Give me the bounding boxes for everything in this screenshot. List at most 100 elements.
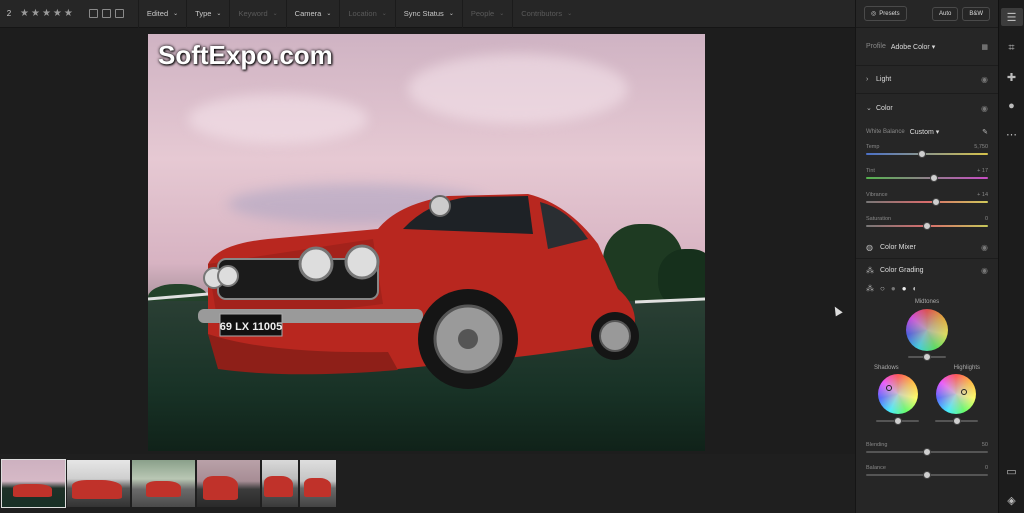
mouse-cursor bbox=[831, 304, 843, 317]
filter-menus: Edited ⌄ Type ⌄ Keyword ⌄ Camera ⌄ Location ⌄ Sync… bbox=[137, 0, 580, 28]
shadows-mode-icon[interactable]: ○ bbox=[880, 284, 885, 293]
chevron-right-icon: › bbox=[866, 76, 869, 83]
mask-icon[interactable]: ● bbox=[1008, 100, 1015, 112]
blending-slider-group: Blending 50 bbox=[856, 442, 998, 456]
color-section-header[interactable]: ⌄ Color ◉ bbox=[856, 94, 998, 122]
tint-slider[interactable] bbox=[866, 174, 988, 182]
sliders-icon[interactable]: ☰ bbox=[1000, 8, 1023, 26]
crop-icon[interactable]: ⌗ bbox=[1008, 42, 1014, 55]
filmstrip-thumb[interactable] bbox=[67, 460, 130, 507]
chevron-down-icon: ⌄ bbox=[326, 11, 332, 17]
filmstrip-thumb[interactable] bbox=[262, 460, 298, 507]
profile-label: Profile bbox=[866, 43, 886, 50]
profile-browser-icon[interactable]: ▦ bbox=[981, 43, 988, 51]
filmstrip-thumb[interactable] bbox=[300, 460, 336, 507]
flag-unflagged-icon[interactable] bbox=[101, 9, 111, 18]
more-icon[interactable]: ⋯ bbox=[1006, 128, 1017, 141]
filter-people[interactable]: People ⌄ bbox=[461, 0, 512, 28]
midtones-luminance-slider[interactable] bbox=[908, 353, 946, 361]
color-mixer-header[interactable]: ◍ Color Mixer ◉ bbox=[856, 237, 998, 259]
bw-button[interactable]: B&W bbox=[962, 6, 990, 21]
flag-filters bbox=[88, 9, 124, 18]
flag-rejected-icon[interactable] bbox=[114, 9, 124, 18]
eye-icon[interactable]: ◉ bbox=[981, 104, 988, 113]
temp-slider-group: Temp 5,750 bbox=[856, 144, 998, 158]
tint-knob[interactable] bbox=[930, 174, 939, 182]
top-filter-bar: 2 ★ ★ ★ ★ ★ Edited ⌄ Type ⌄ Keyword ⌄ Camera ⌄ Locat… bbox=[0, 0, 855, 28]
midtones-knob[interactable] bbox=[923, 353, 931, 361]
three-way-icon[interactable]: ⁂ bbox=[866, 284, 874, 293]
filter-edited[interactable]: Edited ⌄ bbox=[137, 0, 186, 28]
watermark-text: SoftExpo.com bbox=[158, 40, 333, 70]
filmstrip-thumb[interactable] bbox=[132, 460, 195, 507]
shadows-wheel[interactable] bbox=[878, 374, 918, 414]
white-balance-dropdown[interactable]: Custom ▾ bbox=[910, 128, 940, 136]
car-illustration: 69 LX 11005 bbox=[148, 194, 705, 389]
image-count: 2 bbox=[6, 9, 12, 18]
color-mixer-icon: ◍ bbox=[866, 243, 873, 252]
blending-knob[interactable] bbox=[923, 448, 931, 456]
chevron-down-icon: ⌄ bbox=[381, 11, 387, 17]
tint-slider-group: Tint + 17 bbox=[856, 168, 998, 182]
highlights-wheel-handle[interactable] bbox=[961, 389, 967, 395]
main-photo[interactable]: 69 LX 11005 SoftExpo.com bbox=[148, 34, 705, 451]
shadows-knob[interactable] bbox=[893, 417, 902, 425]
star-rating[interactable]: ★ ★ ★ ★ ★ bbox=[20, 8, 73, 19]
global-mode-icon[interactable]: ◐ bbox=[913, 284, 918, 293]
edit-panel: ◎ Presets Auto B&W Profile Adobe Color ▾ … bbox=[855, 0, 998, 513]
highlights-knob[interactable] bbox=[952, 417, 961, 425]
temp-slider[interactable] bbox=[866, 150, 988, 158]
presets-button[interactable]: ◎ Presets bbox=[864, 6, 907, 21]
balance-slider-group: Balance 0 bbox=[856, 465, 998, 479]
vibrance-knob[interactable] bbox=[931, 198, 940, 206]
highlights-mode-icon[interactable]: ● bbox=[902, 284, 907, 293]
filter-sync-status[interactable]: Sync Status ⌄ bbox=[394, 0, 462, 28]
balance-slider[interactable] bbox=[866, 471, 988, 479]
chevron-down-icon: ⌄ bbox=[448, 11, 454, 17]
healing-icon[interactable]: ✚ bbox=[1007, 71, 1016, 84]
eyedropper-icon[interactable]: ✎ bbox=[982, 128, 988, 136]
chevron-down-icon: ⌄ bbox=[567, 11, 573, 17]
eye-icon[interactable]: ◉ bbox=[981, 75, 988, 84]
star-icon[interactable]: ★ bbox=[20, 8, 29, 19]
eye-icon[interactable]: ◉ bbox=[981, 266, 988, 275]
star-icon[interactable]: ★ bbox=[42, 8, 51, 19]
saturation-slider-group: Saturation 0 bbox=[856, 216, 998, 230]
filter-location[interactable]: Location ⌄ bbox=[339, 0, 394, 28]
chevron-down-icon: ⌄ bbox=[216, 11, 222, 17]
shadows-wheel-handle[interactable] bbox=[886, 385, 892, 391]
chevron-down-icon: ⌄ bbox=[272, 11, 278, 17]
color-grading-header[interactable]: ⁂ Color Grading ◉ bbox=[856, 259, 998, 281]
flag-pick-icon[interactable] bbox=[88, 9, 98, 18]
star-icon[interactable]: ★ bbox=[64, 8, 73, 19]
filter-type[interactable]: Type ⌄ bbox=[186, 0, 229, 28]
filmstrip-thumb[interactable] bbox=[197, 460, 260, 507]
comment-icon[interactable]: ▭ bbox=[1006, 465, 1016, 478]
star-icon[interactable]: ★ bbox=[31, 8, 40, 19]
star-icon[interactable]: ★ bbox=[53, 8, 62, 19]
tool-strip: ☰ ⌗ ✚ ● ⋯ ▭ ◈ bbox=[998, 0, 1024, 513]
vibrance-slider[interactable] bbox=[866, 198, 988, 206]
blending-slider[interactable] bbox=[866, 448, 988, 456]
filter-keyword[interactable]: Keyword ⌄ bbox=[229, 0, 285, 28]
photo-canvas: 69 LX 11005 SoftExpo.com bbox=[0, 28, 855, 454]
chevron-down-icon: ⌄ bbox=[499, 11, 505, 17]
filter-camera[interactable]: Camera ⌄ bbox=[285, 0, 340, 28]
tag-icon[interactable]: ◈ bbox=[1007, 494, 1015, 507]
eye-icon[interactable]: ◉ bbox=[981, 243, 988, 252]
temp-knob[interactable] bbox=[918, 150, 927, 158]
profile-dropdown[interactable]: Adobe Color ▾ bbox=[891, 43, 935, 51]
auto-button[interactable]: Auto bbox=[931, 6, 959, 21]
midtones-wheel[interactable] bbox=[906, 309, 948, 351]
highlights-luminance-slider[interactable] bbox=[935, 417, 978, 425]
saturation-slider[interactable] bbox=[866, 222, 988, 230]
saturation-knob[interactable] bbox=[923, 222, 931, 230]
filmstrip-thumb[interactable] bbox=[1, 459, 66, 508]
balance-knob[interactable] bbox=[923, 471, 931, 479]
shadows-luminance-slider[interactable] bbox=[876, 417, 919, 425]
filmstrip bbox=[0, 454, 855, 513]
filter-contributors[interactable]: Contributors ⌄ bbox=[512, 0, 580, 28]
highlights-wheel[interactable] bbox=[936, 374, 976, 414]
light-section-header[interactable]: › Light ◉ bbox=[856, 66, 998, 94]
midtones-mode-icon[interactable]: ● bbox=[891, 284, 896, 293]
